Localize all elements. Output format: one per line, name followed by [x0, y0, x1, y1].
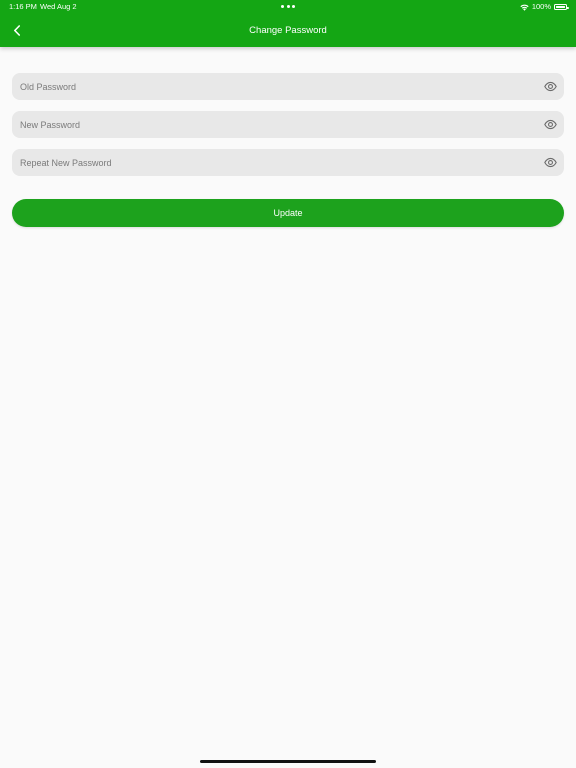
app-bar: Change Password [0, 14, 576, 47]
battery-icon [554, 4, 569, 10]
top-bar: 1:16 PM Wed Aug 2 100% Change Password [0, 0, 576, 47]
eye-icon[interactable] [544, 156, 557, 169]
wifi-icon [520, 4, 529, 11]
update-button[interactable]: Update [12, 199, 564, 227]
eye-icon[interactable] [544, 80, 557, 93]
status-bar: 1:16 PM Wed Aug 2 100% [0, 0, 576, 14]
status-right: 100% [520, 0, 569, 14]
change-password-screen: 1:16 PM Wed Aug 2 100% Change Password U… [0, 0, 576, 768]
multitasking-dots[interactable] [281, 5, 295, 8]
repeat-password-input[interactable] [12, 149, 564, 176]
home-indicator[interactable] [200, 760, 376, 763]
new-password-input[interactable] [12, 111, 564, 138]
repeat-password-field [12, 149, 564, 176]
new-password-field [12, 111, 564, 138]
page-title: Change Password [249, 25, 327, 36]
old-password-input[interactable] [12, 73, 564, 100]
old-password-field [12, 73, 564, 100]
eye-icon[interactable] [544, 118, 557, 131]
status-date: Wed Aug 2 [40, 2, 77, 11]
status-time: 1:16 PM [9, 2, 37, 11]
battery-percent: 100% [531, 2, 551, 11]
